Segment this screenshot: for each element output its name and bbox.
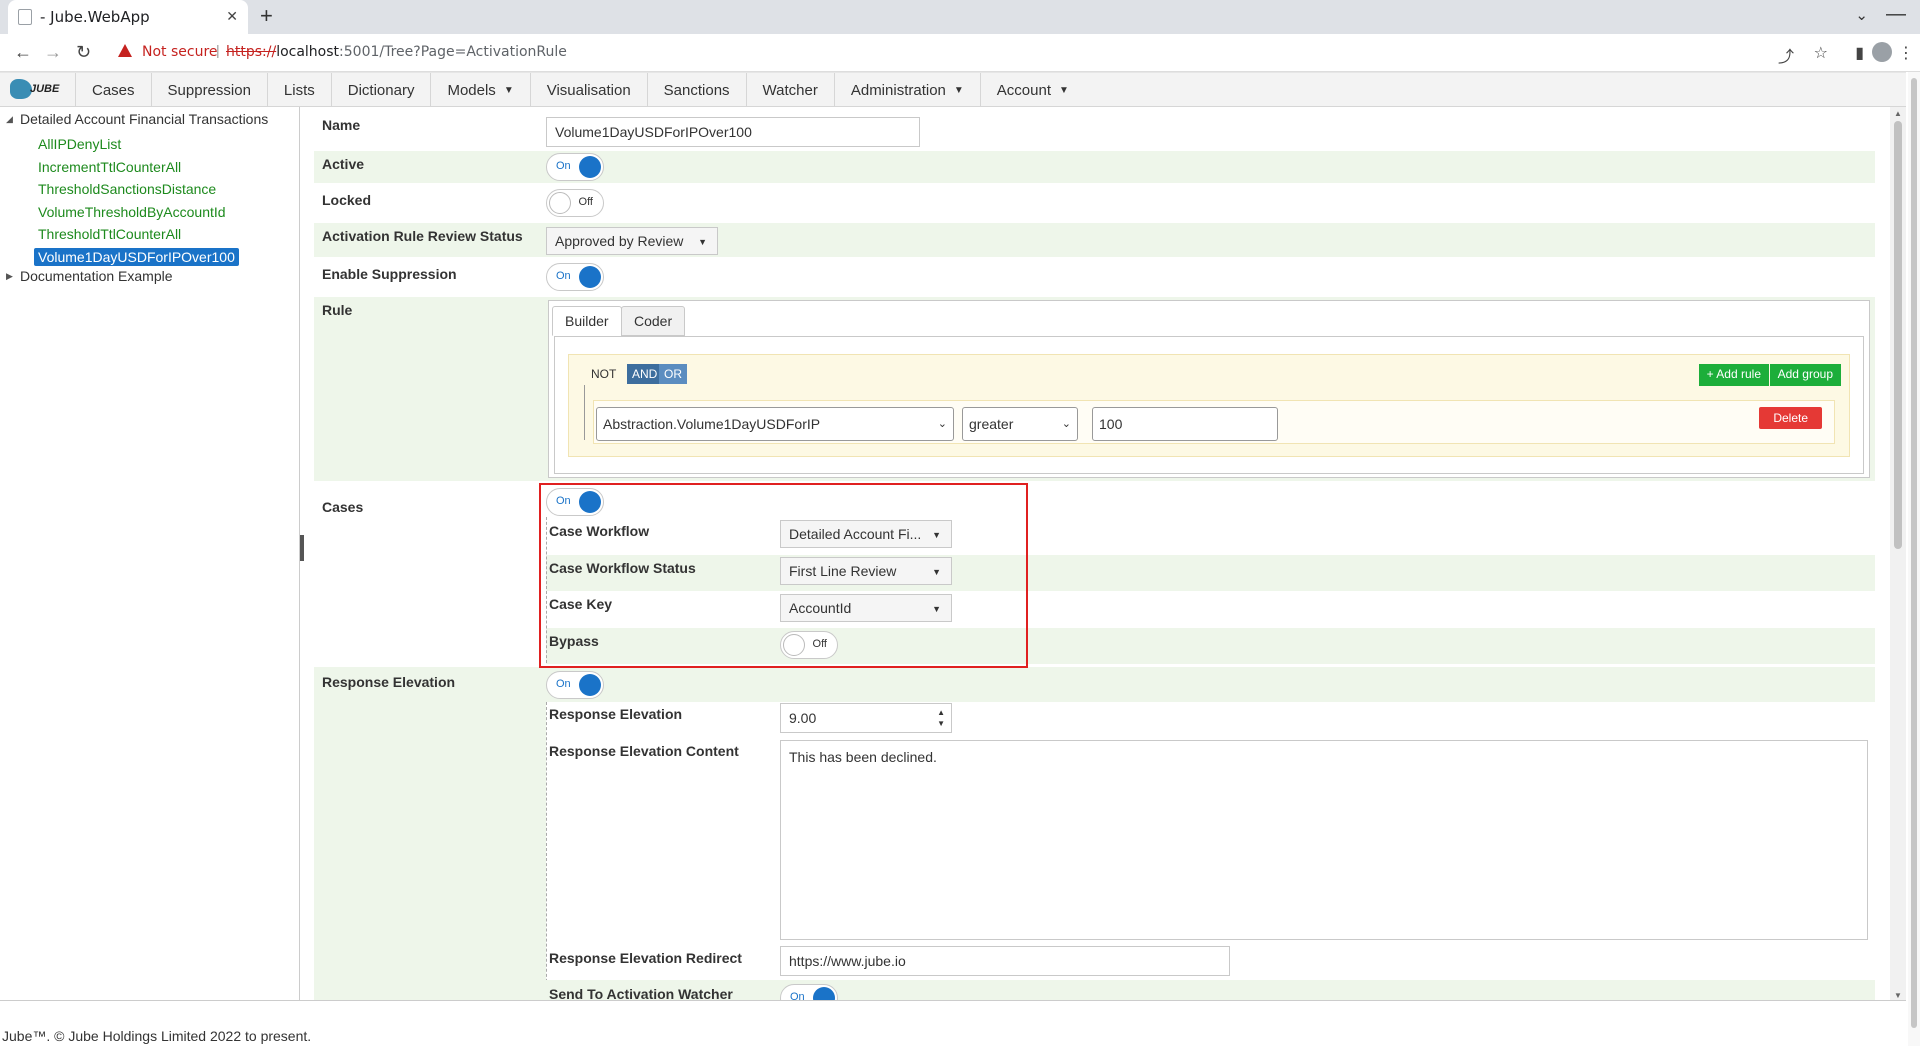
new-tab-icon[interactable]: + [260,3,273,29]
rule-value-input[interactable]: 100 [1092,407,1278,441]
review-status-select[interactable]: Approved by Review ▼ [546,227,718,255]
enable-suppression-toggle[interactable]: On [546,263,604,291]
jube-logo[interactable]: JUBE [10,79,59,101]
menu-kebab-icon[interactable]: ⋮ [1898,43,1914,63]
tree-leaf[interactable]: AllIPDenyList [34,135,125,153]
chevron-down-icon: ⌄ [937,418,947,430]
browser-tabstrip: - Jube.WebApp ✕ + ⌄ — [0,0,1920,34]
scroll-up-icon[interactable]: ▲ [1894,109,1902,118]
tree-node-detailed-account-financial-transactions[interactable]: ◢ Detailed Account Financial Transaction… [6,111,268,127]
rule-label: Rule [322,302,353,318]
spin-up-icon[interactable]: ▲ [937,708,945,717]
tree-leaf[interactable]: ThresholdTtlCounterAll [34,225,185,243]
and-button[interactable]: AND [627,364,663,384]
or-button[interactable]: OR [659,364,687,384]
rule-operator-select[interactable]: greater ⌄ [962,407,1078,441]
menu-item-cases[interactable]: Cases [75,73,151,107]
query-builder: NOT AND OR + Add rule Add group Abstract… [554,336,1864,474]
locked-toggle[interactable]: Off [546,189,604,217]
scroll-thumb[interactable] [1894,121,1902,549]
response-elevation-redirect-input[interactable]: https://www.jube.io [780,946,1230,976]
reload-icon[interactable]: ↻ [76,42,91,63]
rule-field-select[interactable]: Abstraction.Volume1DayUSDForIP ⌄ [596,407,954,441]
name-input[interactable]: Volume1DayUSDForIPOver100 [546,117,920,147]
add-rule-button[interactable]: + Add rule [1698,364,1769,386]
back-icon[interactable]: ← [14,42,32,63]
copyright-text: Jube™. © Jube Holdings Limited 2022 to p… [2,1028,312,1044]
not-toggle[interactable]: NOT [591,367,616,381]
review-status-label: Activation Rule Review Status [322,228,523,244]
menu-item-administration[interactable]: Administration ▼ [833,73,980,107]
menu-item-sanctions[interactable]: Sanctions [646,73,746,107]
dropdown-arrow-icon: ▼ [698,237,707,247]
tab-builder[interactable]: Builder [552,306,622,336]
response-elevation-label: Response Elevation [549,706,683,722]
tree-leaf[interactable]: ThresholdSanctionsDistance [34,180,220,198]
tree-node-documentation-example[interactable]: ▶ Documentation Example [6,268,173,284]
response-elevation-toggle[interactable]: On [546,671,604,699]
url-field[interactable]: https://localhost:5001/Tree?Page=Activat… [226,44,567,60]
expanded-triangle-icon[interactable]: ◢ [6,114,20,125]
close-tab-icon[interactable]: ✕ [226,9,238,25]
app-navbar: JUBE Cases Suppression Lists Dictionary Mode… [0,72,1906,107]
splitter-handle[interactable] [300,535,304,561]
tree-leaf[interactable]: VolumeThresholdByAccountId [34,203,230,221]
menu-item-visualisation[interactable]: Visualisation [529,73,647,107]
footer: Jube™. © Jube Holdings Limited 2022 to p… [0,1000,1906,1046]
response-elevation-redirect-label: Response Elevation Redirect [549,950,742,966]
tree-leaf[interactable]: IncrementTtlCounterAll [34,158,185,176]
rule-group: NOT AND OR + Add rule Add group Abstract… [568,354,1850,457]
page-icon [18,9,32,25]
sidepanel-icon[interactable]: ▮ [1855,43,1864,63]
entity-tree: ◢ Detailed Account Financial Transaction… [0,107,300,1000]
menu-item-lists[interactable]: Lists [266,73,331,107]
profile-avatar-icon[interactable] [1872,42,1892,62]
not-secure-label[interactable]: Not secure [142,44,218,60]
forward-icon[interactable]: → [44,42,62,63]
enable-suppression-label: Enable Suppression [322,266,457,282]
chevron-down-icon[interactable]: ⌄ [1855,6,1868,24]
rule-condition: Abstraction.Volume1DayUSDForIP ⌄ greater ⌄… [593,400,1835,444]
address-bar: ← → ↻ Not secure | https://localhost:500… [0,34,1920,72]
dropdown-caret-icon: ▼ [953,84,964,96]
menu-item-account[interactable]: Account ▼ [979,73,1085,107]
rule-panel: Builder Coder NOT AND OR + Add rule Add … [548,300,1870,478]
minimize-icon[interactable]: — [1886,3,1906,26]
active-toggle[interactable]: On [546,153,604,181]
response-elevation-input[interactable]: 9.00 ▲ ▼ [780,703,952,733]
scroll-down-icon[interactable]: ▼ [1894,991,1902,1000]
menu-item-models[interactable]: Models ▼ [430,73,529,107]
dropdown-caret-icon: ▼ [1059,84,1069,96]
chevron-down-icon: ⌄ [1061,418,1071,430]
response-elevation-content-label: Response Elevation Content [549,743,739,759]
send-to-watcher-label: Send To Activation Watcher [549,986,733,1000]
main-menu: Cases Suppression Lists Dictionary Models ▼ Vi… [75,73,1085,107]
spin-down-icon[interactable]: ▼ [937,719,945,728]
share-icon[interactable]: ⤴ [1778,43,1794,67]
add-group-button[interactable]: Add group [1769,364,1841,386]
tab-title: - Jube.WebApp [40,8,150,26]
page-scrollbar[interactable] [1908,72,1920,1046]
delete-rule-button[interactable]: Delete [1759,407,1822,429]
menu-item-dictionary[interactable]: Dictionary [330,73,431,107]
dropdown-caret-icon: ▼ [503,84,514,96]
warning-icon [118,44,132,57]
tree-leaf[interactable]: Volume1DayUSDForIPOver100 [34,248,239,266]
locked-label: Locked [322,192,372,208]
browser-tab[interactable]: - Jube.WebApp ✕ [8,0,248,34]
menu-item-suppression[interactable]: Suppression [150,73,267,107]
star-icon[interactable]: ☆ [1814,43,1828,63]
tab-coder[interactable]: Coder [621,306,686,336]
response-elevation-content-textarea[interactable]: This has been declined. [780,740,1868,940]
form-scrollbar[interactable]: ▲ ▼ [1890,107,1906,1002]
response-elevation-section-label: Response Elevation [322,674,456,690]
cases-highlight-box [539,483,1028,668]
active-label: Active [322,156,365,172]
name-label: Name [322,117,361,133]
cases-label: Cases [322,499,364,515]
send-to-watcher-toggle[interactable]: On [780,984,838,1000]
page-scroll-thumb[interactable] [1911,78,1917,1028]
menu-item-watcher[interactable]: Watcher [745,73,834,107]
collapsed-triangle-icon[interactable]: ▶ [6,271,20,282]
